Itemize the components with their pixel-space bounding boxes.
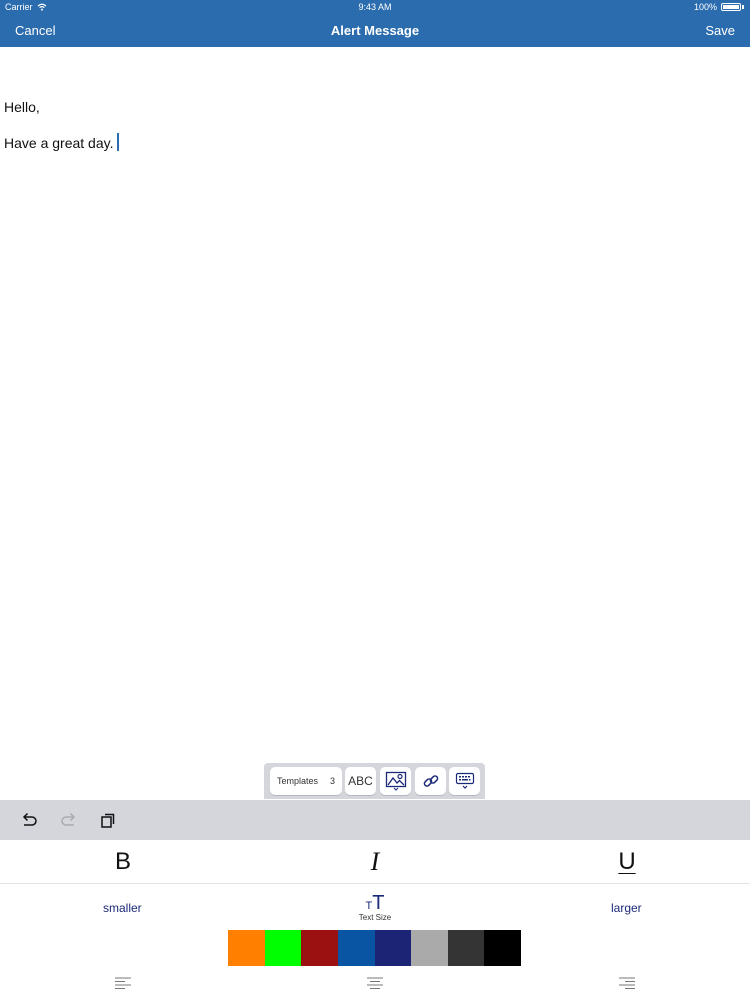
page-title: Alert Message xyxy=(330,23,420,38)
redo-button[interactable] xyxy=(59,811,79,831)
templates-count: 3 xyxy=(329,776,335,786)
battery-info: 100% xyxy=(694,2,744,12)
navigation-bar: Cancel Alert Message Save xyxy=(0,14,750,47)
align-right-icon xyxy=(619,977,635,989)
paste-button[interactable] xyxy=(98,811,118,831)
editor-line-text: Hello, xyxy=(4,99,40,115)
color-swatch[interactable] xyxy=(301,930,338,966)
undo-toolbar xyxy=(0,800,750,840)
align-left-icon xyxy=(115,977,131,989)
color-swatch[interactable] xyxy=(411,930,448,966)
image-icon xyxy=(385,771,406,791)
paste-icon xyxy=(101,813,115,828)
redo-icon xyxy=(61,812,76,826)
color-swatch[interactable] xyxy=(264,930,302,966)
align-center-icon xyxy=(367,977,383,989)
bold-button[interactable]: B xyxy=(103,846,143,878)
text-size-row: smaller TT Text Size larger xyxy=(0,884,750,928)
status-time: 9:43 AM xyxy=(358,2,392,12)
editor-line: Hello, xyxy=(4,99,40,115)
status-bar: Carrier 9:43 AM 100% xyxy=(0,0,750,14)
spellcheck-button[interactable]: ABC xyxy=(345,767,376,795)
battery-percent: 100% xyxy=(693,2,717,12)
save-button[interactable]: Save xyxy=(705,23,735,38)
undo-icon xyxy=(22,812,37,826)
text-smaller-button[interactable]: smaller xyxy=(103,901,142,915)
templates-button[interactable]: Templates 3 xyxy=(270,767,342,795)
editor-line-text: Have a great day. xyxy=(4,135,114,151)
text-style-row: B I U xyxy=(0,840,750,884)
dismiss-keyboard-button[interactable] xyxy=(449,767,480,795)
message-editor[interactable]: Hello, Have a great day. xyxy=(0,47,750,763)
text-size-icon: TT xyxy=(360,892,390,915)
align-left-button[interactable] xyxy=(114,976,132,990)
color-swatch[interactable] xyxy=(447,930,485,966)
text-cursor xyxy=(117,133,120,151)
underline-button[interactable]: U xyxy=(607,846,647,878)
templates-label: Templates xyxy=(277,776,319,786)
align-center-button[interactable] xyxy=(366,976,384,990)
color-swatch[interactable] xyxy=(374,930,412,966)
battery-icon xyxy=(721,3,741,11)
keyboard-dismiss-icon xyxy=(455,772,474,789)
color-swatch[interactable] xyxy=(337,930,375,966)
text-larger-button[interactable]: larger xyxy=(611,901,642,915)
editor-line: Have a great day. xyxy=(4,133,120,151)
color-palette xyxy=(228,930,521,966)
editor-accessory-toolbar: Templates 3 ABC xyxy=(264,763,485,799)
italic-button[interactable]: I xyxy=(355,846,395,878)
link-icon xyxy=(423,775,438,787)
color-swatch[interactable] xyxy=(228,930,265,966)
text-size-label: Text Size xyxy=(358,913,392,922)
text-size-icon-large: T xyxy=(372,892,385,914)
insert-image-button[interactable] xyxy=(380,767,411,795)
undo-button[interactable] xyxy=(19,811,39,831)
color-swatch[interactable] xyxy=(484,930,521,966)
align-right-button[interactable] xyxy=(618,976,636,990)
alignment-row xyxy=(0,966,750,1000)
battery-tip xyxy=(742,5,744,9)
spellcheck-label: ABC xyxy=(348,774,373,788)
insert-link-button[interactable] xyxy=(415,767,446,795)
